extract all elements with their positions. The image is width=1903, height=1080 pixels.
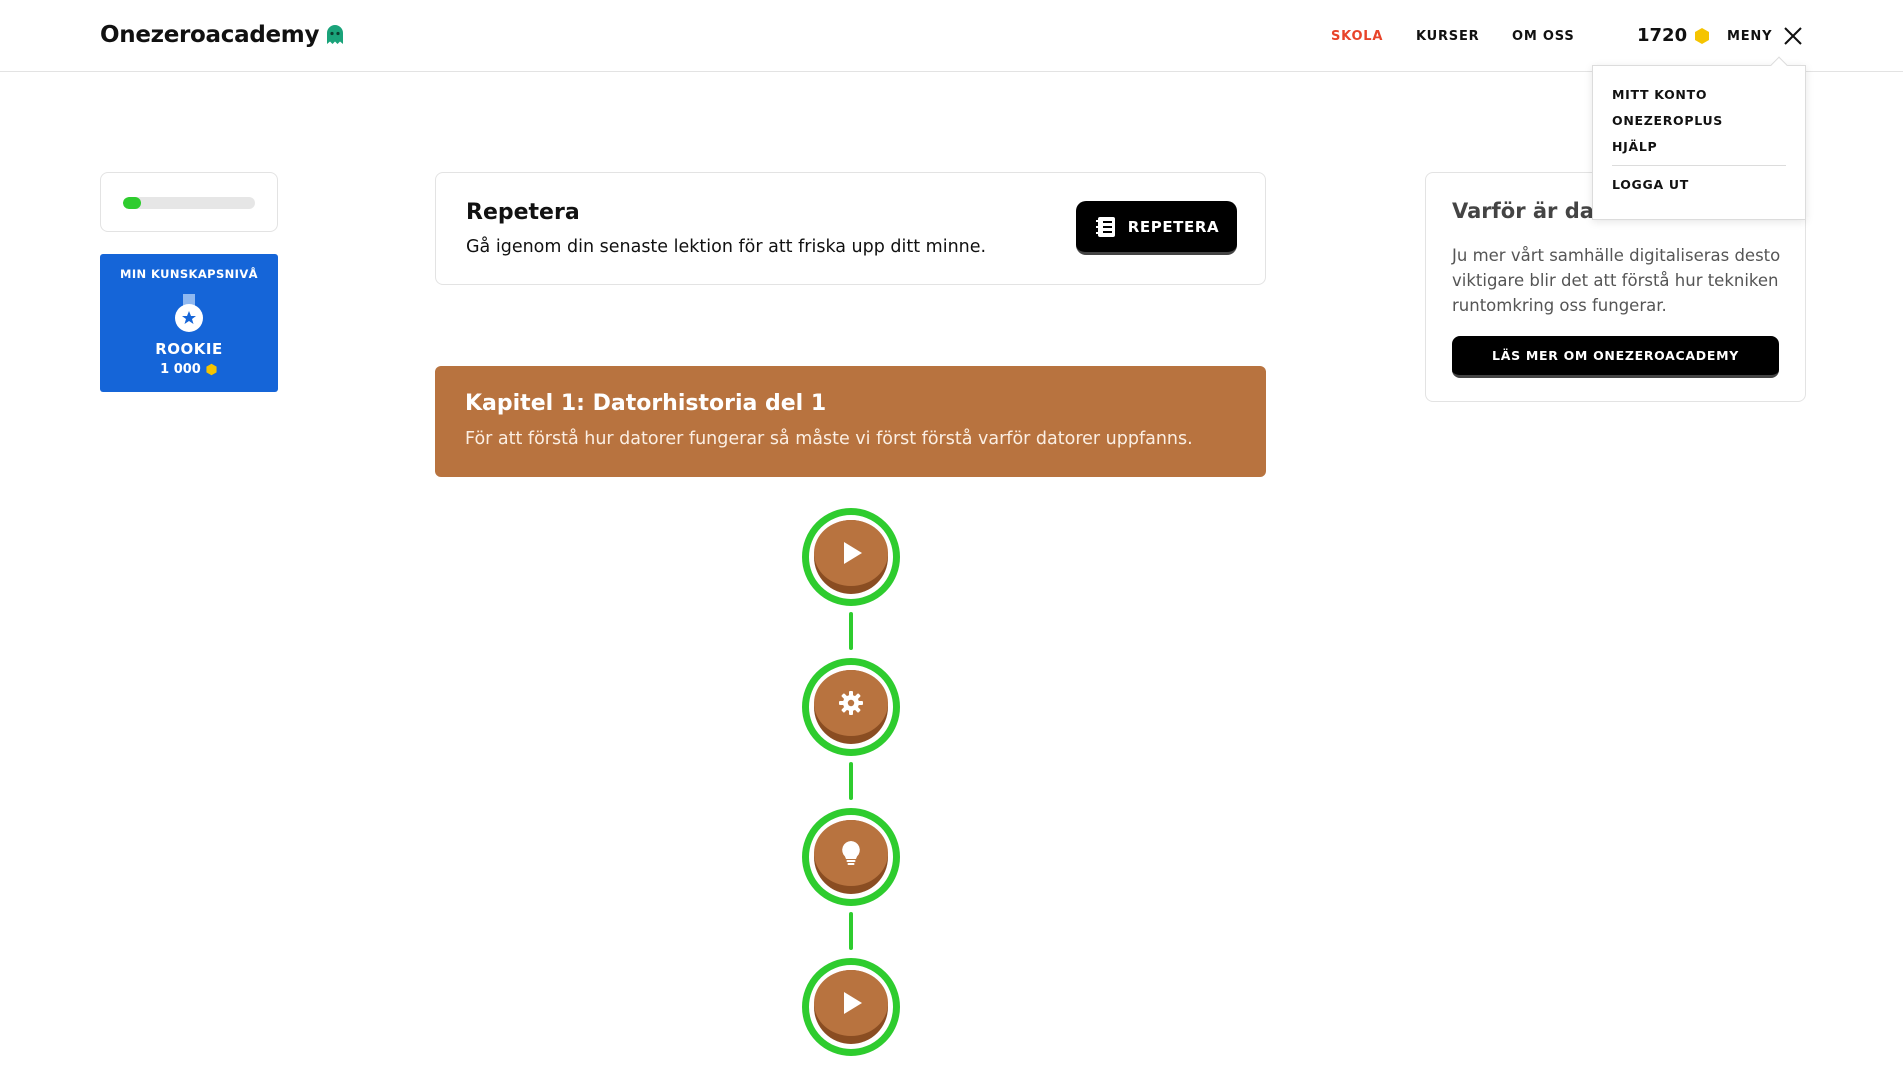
chapter-title: Kapitel 1: Datorhistoria del 1 (465, 391, 827, 416)
info-description: Ju mer vårt samhälle digitaliseras desto… (1452, 246, 1781, 315)
read-more-button[interactable]: LÄS MER OM ONEZEROACADEMY (1452, 336, 1779, 378)
lesson-button-base (814, 970, 888, 1044)
gear-icon (839, 691, 863, 715)
menu-label[interactable]: MENY (1727, 29, 1772, 44)
medal-icon (175, 294, 203, 332)
repeat-button-label: REPETERA (1127, 217, 1220, 236)
menu-item-hjalp[interactable]: HJÄLP (1612, 139, 1657, 154)
nav-skola[interactable]: SKOLA (1331, 29, 1383, 44)
points-value: 1720 (1637, 25, 1688, 46)
lesson-button-base (814, 820, 888, 894)
level-points-value: 1 000 (160, 362, 201, 377)
repeat-description: Gå igenom din senaste lektion för att fr… (466, 237, 987, 257)
repeat-title: Repetera (466, 200, 580, 225)
progress-bar (123, 197, 255, 209)
close-icon[interactable] (1782, 25, 1804, 47)
menu-divider (1612, 165, 1786, 166)
level-name: ROOKIE (155, 340, 223, 358)
play-icon (844, 542, 862, 564)
play-icon (844, 992, 862, 1014)
lesson-node[interactable] (802, 958, 900, 1056)
lesson-node[interactable] (802, 508, 900, 606)
coin-icon (1695, 27, 1710, 44)
read-more-button-label: LÄS MER OM ONEZEROACADEMY (1492, 348, 1739, 363)
progress-fill (123, 197, 142, 209)
repeat-card: Repetera Gå igenom din senaste lektion f… (435, 172, 1266, 285)
chapter-banner: Kapitel 1: Datorhistoria del 1 För att f… (435, 366, 1266, 477)
lesson-button-face (814, 520, 888, 586)
logo[interactable]: Onezeroacademy (100, 22, 346, 48)
nav-kurser[interactable]: KURSER (1416, 29, 1479, 44)
level-title: MIN KUNSKAPSNIVÅ (120, 267, 258, 281)
path-connector (849, 762, 853, 800)
menu-item-mitt-konto[interactable]: MITT KONTO (1612, 87, 1707, 102)
level-points: 1 000 (100, 362, 278, 377)
lesson-button-base (814, 670, 888, 744)
lesson-button-face (814, 970, 888, 1036)
logo-text: Onezeroacademy (100, 22, 320, 48)
path-connector (849, 612, 853, 650)
points-display: 1720 (1637, 25, 1711, 46)
lightbulb-icon (842, 841, 860, 865)
coin-icon (206, 363, 217, 376)
notebook-icon (1095, 216, 1115, 237)
menu-item-logout[interactable]: LOGGA UT (1612, 177, 1689, 192)
lesson-node[interactable] (802, 808, 900, 906)
chapter-description: För att förstå hur datorer fungerar så m… (465, 429, 1193, 449)
lesson-button-face (814, 820, 888, 886)
nav-om-oss[interactable]: OM OSS (1512, 29, 1575, 44)
repeat-button[interactable]: REPETERA (1076, 201, 1237, 255)
menu-dropdown: MITT KONTO ONEZEROPLUS HJÄLP LOGGA UT (1592, 56, 1806, 220)
menu-item-onezeroplus[interactable]: ONEZEROPLUS (1612, 113, 1723, 128)
lesson-button-base (814, 520, 888, 594)
path-connector (849, 912, 853, 950)
lesson-button-face (814, 670, 888, 736)
lesson-node[interactable] (802, 658, 900, 756)
ghost-logo-icon (327, 25, 344, 44)
progress-card (100, 172, 278, 232)
top-header: Onezeroacademy SKOLA KURSER OM OSS 1720 … (0, 0, 1903, 72)
knowledge-level-card[interactable]: MIN KUNSKAPSNIVÅ ROOKIE 1 000 (100, 254, 278, 392)
